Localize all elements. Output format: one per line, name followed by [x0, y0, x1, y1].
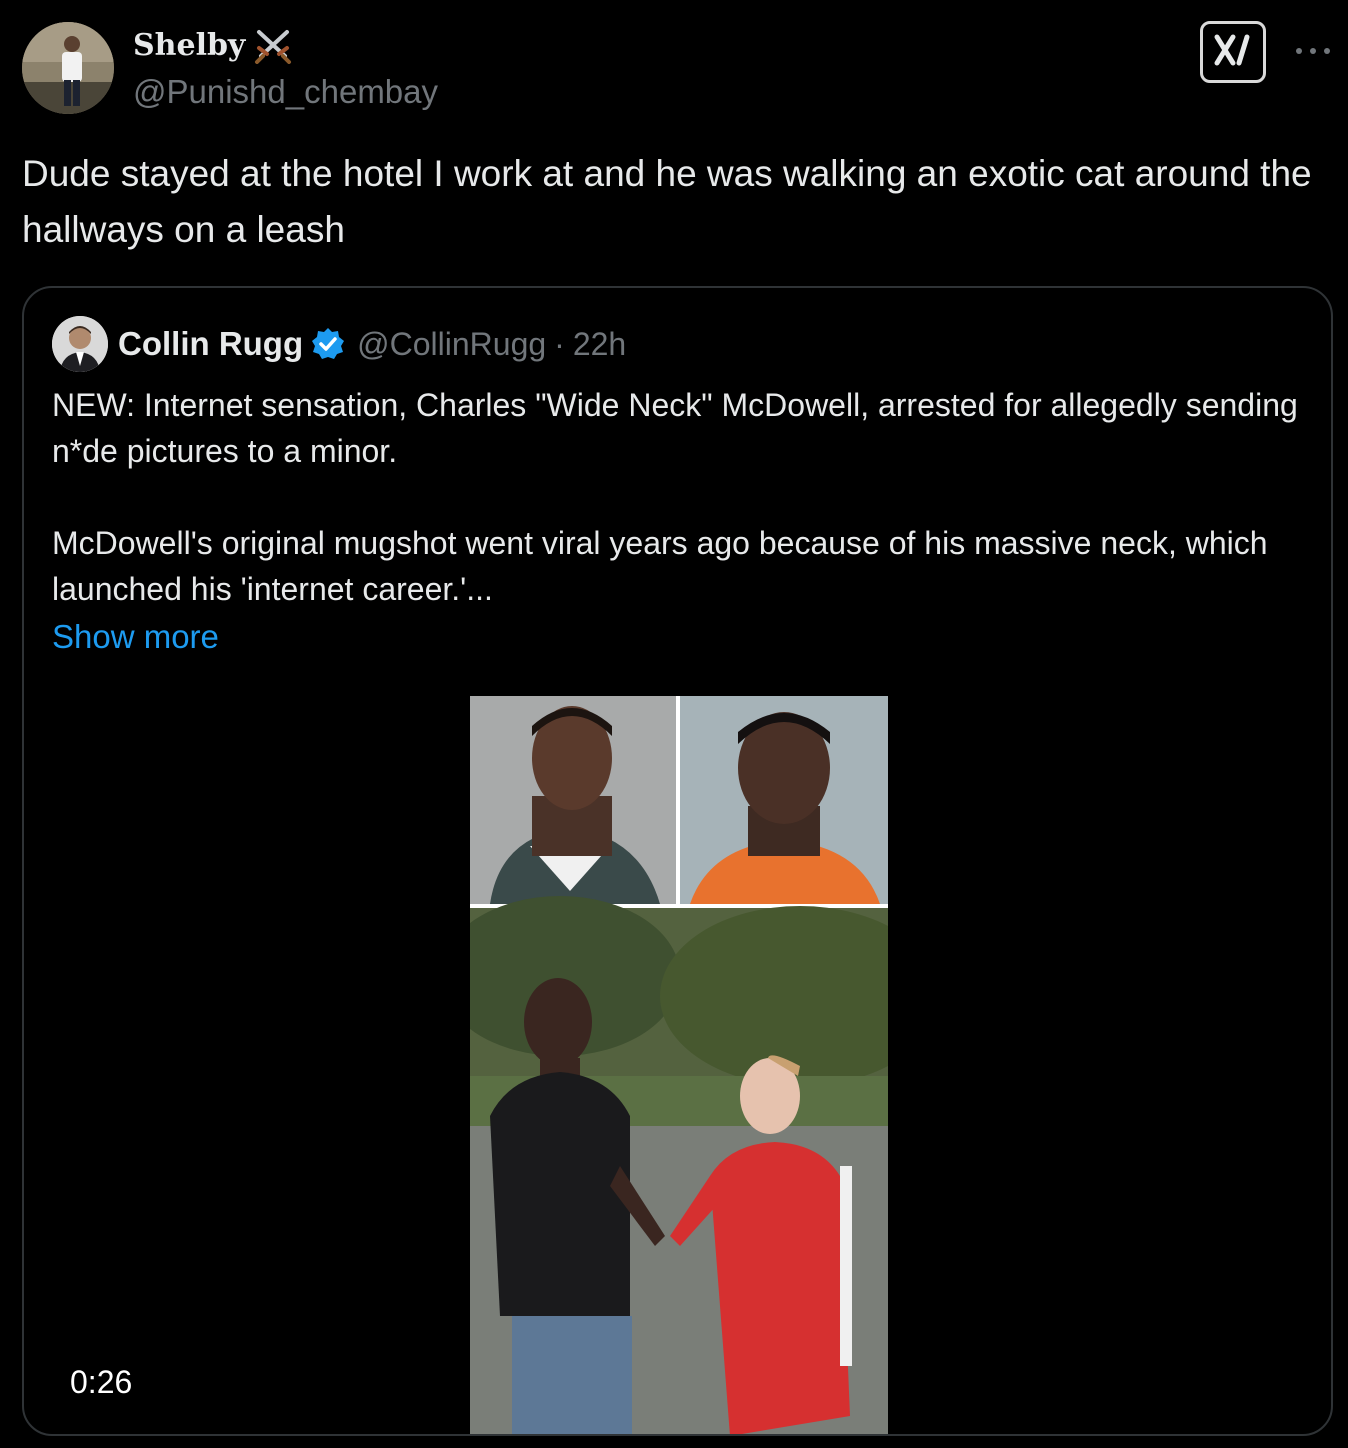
tweet-text: Dude stayed at the hotel I work at and h…: [22, 153, 1322, 250]
quoted-tweet-timestamp[interactable]: 22h: [573, 322, 626, 366]
author-avatar[interactable]: [22, 22, 114, 114]
author-display-name[interactable]: Shelby: [133, 28, 293, 64]
quoted-tweet-header: Collin Rugg @CollinRugg · 22h: [118, 322, 626, 366]
show-more-link[interactable]: Show more: [52, 614, 219, 660]
quoted-tweet-paragraph-1: NEW: Internet sensation, Charles "Wide N…: [52, 387, 1298, 469]
crossed-swords-icon: [253, 28, 293, 64]
grok-icon: [1211, 31, 1255, 74]
video-thumbnail: [470, 696, 888, 1434]
author-avatar-image: [22, 22, 114, 114]
quoted-author-avatar[interactable]: [52, 316, 108, 372]
quoted-author-handle[interactable]: @CollinRugg: [357, 322, 546, 366]
author-handle[interactable]: @Punishd_chembay: [133, 72, 438, 112]
more-horizontal-icon: [1293, 43, 1333, 61]
quoted-author-name[interactable]: Collin Rugg: [118, 322, 303, 366]
quoted-tweet-paragraph-2: McDowell's original mugshot went viral y…: [52, 525, 1268, 607]
grok-button[interactable]: [1200, 21, 1266, 83]
header-separator: ·: [554, 326, 565, 362]
more-options-button[interactable]: [1290, 38, 1336, 66]
video-duration: 0:26: [70, 1364, 133, 1400]
quoted-author-avatar-image: [52, 316, 108, 372]
video-player[interactable]: [470, 696, 888, 1434]
verified-badge-icon: [311, 327, 345, 361]
quoted-tweet-card[interactable]: Collin Rugg @CollinRugg · 22h NEW: Inter…: [22, 286, 1333, 1436]
author-name-text: Shelby: [133, 28, 246, 63]
quoted-tweet-text: NEW: Internet sensation, Charles "Wide N…: [52, 382, 1314, 612]
